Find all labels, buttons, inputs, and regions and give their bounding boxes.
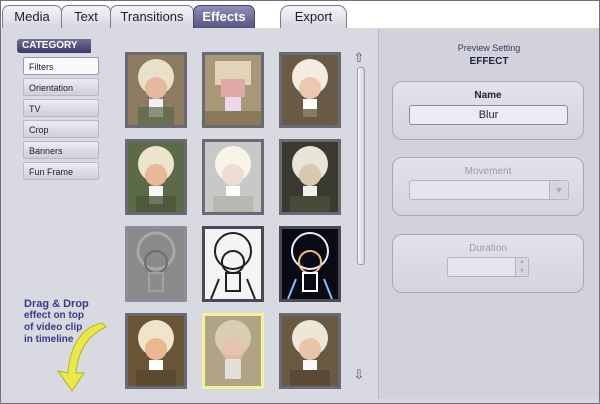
effect-thumbnail[interactable] [125,226,187,302]
hint-line-1: Drag & Drop [24,298,89,310]
scroll-down-arrow-icon[interactable]: ⇩ [352,367,366,383]
category-item-fun-frame[interactable]: Fun Frame [23,162,99,180]
name-field[interactable]: Blur [409,105,568,125]
effect-thumbnail[interactable] [125,52,187,128]
hint-line-4: in timeline [24,334,74,345]
hint-line-2: effect on top [24,310,84,321]
effects-window: Media Text Transitions Effects Export CA… [0,0,600,404]
preview-setting-subtitle: EFFECT [469,56,509,67]
scroll-up-arrow-icon[interactable]: ⇧ [352,50,366,66]
preview-setting-panel: Preview Setting EFFECT Name Blur Movemen… [378,29,599,399]
category-item-filters[interactable]: Filters [23,57,99,75]
name-label: Name [474,90,502,101]
category-item-crop[interactable]: Crop [23,120,99,138]
tab-transitions[interactable]: Transitions [110,5,194,28]
movement-select[interactable]: ▼ [409,180,569,200]
category-item-tv[interactable]: TV [23,99,99,117]
chevron-down-icon[interactable]: ▼ [549,181,568,199]
duration-group: Duration ▲ ▼ [392,234,584,293]
tab-bar: Media Text Transitions Effects Export [1,1,599,28]
preview-setting-title: Preview Setting [457,43,521,53]
hint-line-3: of video clip [24,322,83,333]
movement-label: Movement [464,166,512,177]
stepper-up-icon[interactable]: ▲ [515,258,528,267]
effect-thumbnail[interactable] [125,313,187,389]
tab-effects[interactable]: Effects [193,5,255,28]
drag-drop-hint: Drag & Drop effect on top of video clip … [24,298,89,346]
effects-browser-panel: CATEGORY Filters Orientation TV Crop Ban… [6,29,376,399]
tab-media[interactable]: Media [2,5,62,28]
tab-text[interactable]: Text [61,5,111,28]
effect-thumbnail[interactable] [279,52,341,128]
stepper-down-icon[interactable]: ▼ [515,267,528,276]
effect-thumbnail[interactable] [279,313,341,389]
duration-stepper[interactable]: ▲ ▼ [447,257,529,277]
category-item-banners[interactable]: Banners [23,141,99,159]
duration-label: Duration [469,243,507,254]
effect-thumbnail[interactable] [279,226,341,302]
category-header: CATEGORY [17,39,91,53]
tab-export[interactable]: Export [280,5,347,28]
effect-thumbnail-selected-blur[interactable] [202,313,264,389]
effect-thumbnail[interactable] [202,52,264,128]
effect-thumbnail[interactable] [202,139,264,215]
effect-thumbnail[interactable] [279,139,341,215]
category-item-orientation[interactable]: Orientation [23,78,99,96]
effect-thumbnail[interactable] [202,226,264,302]
name-group: Name Blur [392,81,584,140]
scrollbar-thumb[interactable] [357,67,365,265]
movement-group: Movement ▼ [392,157,584,216]
effect-thumbnail[interactable] [125,139,187,215]
